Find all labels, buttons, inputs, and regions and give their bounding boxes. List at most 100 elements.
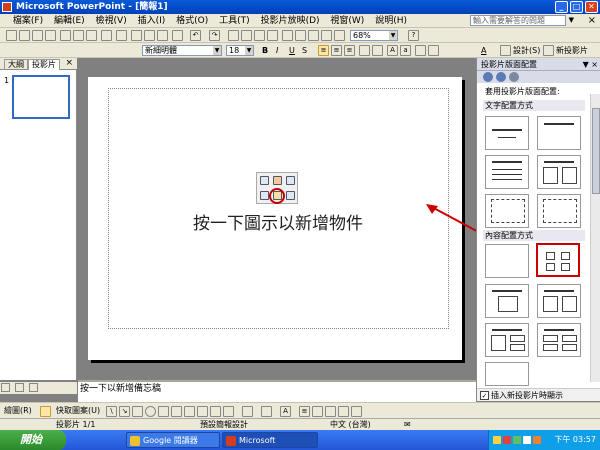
insert-table-icon[interactable] xyxy=(241,30,252,41)
grayscale-icon[interactable] xyxy=(334,30,345,41)
menu-tools[interactable]: 工具(T) xyxy=(215,14,254,28)
fill-color-icon[interactable] xyxy=(242,406,253,417)
align-center-icon[interactable]: ≡ xyxy=(331,45,342,56)
design-icon[interactable] xyxy=(500,45,511,56)
numbering-icon[interactable] xyxy=(359,45,370,56)
slide-thumbnail[interactable] xyxy=(12,75,70,119)
maximize-button[interactable]: □ xyxy=(570,1,583,13)
insert-clipart-icon[interactable] xyxy=(286,176,295,185)
shadow-style-icon[interactable] xyxy=(338,406,349,417)
menu-slideshow[interactable]: 投影片放映(D) xyxy=(257,14,324,28)
font-color-button[interactable]: A xyxy=(481,43,486,58)
3d-style-icon[interactable] xyxy=(351,406,362,417)
diagram-icon[interactable] xyxy=(197,406,208,417)
menu-edit[interactable]: 編輯(E) xyxy=(50,14,89,28)
format-painter-icon[interactable] xyxy=(172,30,183,41)
menu-format[interactable]: 格式(O) xyxy=(172,14,212,28)
normal-view-icon[interactable] xyxy=(1,383,10,392)
chevron-down-icon[interactable]: ▼ xyxy=(245,46,253,55)
insert-chart-icon[interactable] xyxy=(273,176,282,185)
shadow-button[interactable]: S xyxy=(302,43,307,58)
insert-chart-icon[interactable] xyxy=(228,30,239,41)
tray-volume-icon[interactable] xyxy=(523,436,531,444)
decrease-font-icon[interactable]: a xyxy=(400,45,411,56)
forward-icon[interactable] xyxy=(496,72,506,82)
chevron-down-icon[interactable]: ▼ xyxy=(389,31,397,40)
tray-network-icon[interactable] xyxy=(513,436,521,444)
permission-icon[interactable] xyxy=(45,30,56,41)
font-size-select[interactable]: 18 ▼ xyxy=(226,45,254,56)
line-color-icon[interactable] xyxy=(261,406,272,417)
menu-window[interactable]: 視窗(W) xyxy=(326,14,368,28)
new-icon[interactable] xyxy=(6,30,17,41)
show-on-insert-checkbox[interactable]: ✓ xyxy=(480,391,489,400)
help-dropdown-icon[interactable]: ▼ xyxy=(569,16,574,24)
arrow-icon[interactable]: ↘ xyxy=(119,406,130,417)
layout-title-slide[interactable] xyxy=(485,116,529,150)
undo-icon[interactable]: ↶ xyxy=(190,30,201,41)
spelling-icon[interactable] xyxy=(101,30,112,41)
menu-file[interactable]: 檔案(F) xyxy=(9,14,47,28)
tray-help-icon[interactable] xyxy=(493,436,501,444)
expand-all-icon[interactable] xyxy=(308,30,319,41)
layout-title-only[interactable] xyxy=(537,116,581,150)
tray-app-icon[interactable] xyxy=(503,436,511,444)
layout-blank[interactable] xyxy=(485,244,529,278)
arrow-style-icon[interactable] xyxy=(325,406,336,417)
layout-title-four-content[interactable] xyxy=(537,323,581,357)
email-icon[interactable] xyxy=(60,30,71,41)
tray-security-icon[interactable] xyxy=(533,436,541,444)
draw-menu-button[interactable]: 繪圖(R) xyxy=(4,403,32,419)
layout-vertical-text[interactable] xyxy=(485,194,529,228)
align-right-icon[interactable]: ≡ xyxy=(344,45,355,56)
powerpoint-app-icon[interactable] xyxy=(2,2,12,12)
oval-icon[interactable] xyxy=(145,406,156,417)
layout-partial[interactable] xyxy=(485,362,529,386)
layout-two-column-text[interactable] xyxy=(537,155,581,189)
help-search-input[interactable]: 輸入需要解答的問題 xyxy=(470,15,566,26)
taskbar-item-powerpoint[interactable]: Microsoft PowerPoint ... xyxy=(222,432,318,448)
insert-hyperlink-icon[interactable] xyxy=(267,30,278,41)
minimize-button[interactable]: _ xyxy=(555,1,568,13)
insert-table-icon[interactable] xyxy=(260,176,269,185)
close-icon[interactable]: × xyxy=(65,58,73,68)
insert-picture-icon[interactable] xyxy=(260,191,269,200)
tables-borders-icon[interactable] xyxy=(254,30,265,41)
chevron-down-icon[interactable]: ▼ xyxy=(213,46,221,55)
close-button[interactable]: ✕ xyxy=(585,1,598,13)
font-select[interactable]: 新細明體 ▼ xyxy=(142,45,222,56)
insert-diagram-icon[interactable] xyxy=(295,30,306,41)
layout-vertical-title-text[interactable] xyxy=(537,194,581,228)
new-slide-icon[interactable] xyxy=(543,45,554,56)
slideshow-icon[interactable] xyxy=(28,383,38,392)
document-close-icon[interactable]: × xyxy=(588,14,596,28)
slide-sorter-icon[interactable] xyxy=(14,383,24,392)
close-icon[interactable]: ▼ × xyxy=(583,58,598,71)
cut-icon[interactable] xyxy=(131,30,142,41)
menu-insert[interactable]: 插入(I) xyxy=(134,14,170,28)
home-icon[interactable] xyxy=(509,72,519,82)
print-preview-icon[interactable] xyxy=(86,30,97,41)
autoshapes-button[interactable]: 快取圖案(U) xyxy=(56,403,100,419)
taskbar-item-browser[interactable]: Google 閱讀器 (753)... xyxy=(126,432,220,448)
layout-title-content-stack[interactable] xyxy=(485,323,529,357)
select-objects-icon[interactable] xyxy=(40,406,51,417)
research-icon[interactable] xyxy=(116,30,127,41)
layout-title-content[interactable] xyxy=(485,284,529,318)
increase-font-icon[interactable]: A xyxy=(387,45,398,56)
slide-canvas[interactable]: 按一下圖示以新增物件 xyxy=(88,77,462,360)
picture-icon[interactable] xyxy=(223,406,234,417)
insert-picture-icon[interactable] xyxy=(282,30,293,41)
open-icon[interactable] xyxy=(19,30,30,41)
layout-title-two-content[interactable] xyxy=(537,284,581,318)
rectangle-icon[interactable] xyxy=(132,406,143,417)
wordart-icon[interactable] xyxy=(184,406,195,417)
menu-help[interactable]: 說明(H) xyxy=(371,14,411,28)
line-style-icon[interactable]: ≡ xyxy=(299,406,310,417)
textbox-icon[interactable] xyxy=(158,406,169,417)
align-left-icon[interactable]: ≡ xyxy=(318,45,329,56)
increase-indent-icon[interactable] xyxy=(428,45,439,56)
save-icon[interactable] xyxy=(32,30,43,41)
zoom-select[interactable]: 68% ▼ xyxy=(350,30,398,41)
underline-button[interactable]: U xyxy=(289,43,295,58)
